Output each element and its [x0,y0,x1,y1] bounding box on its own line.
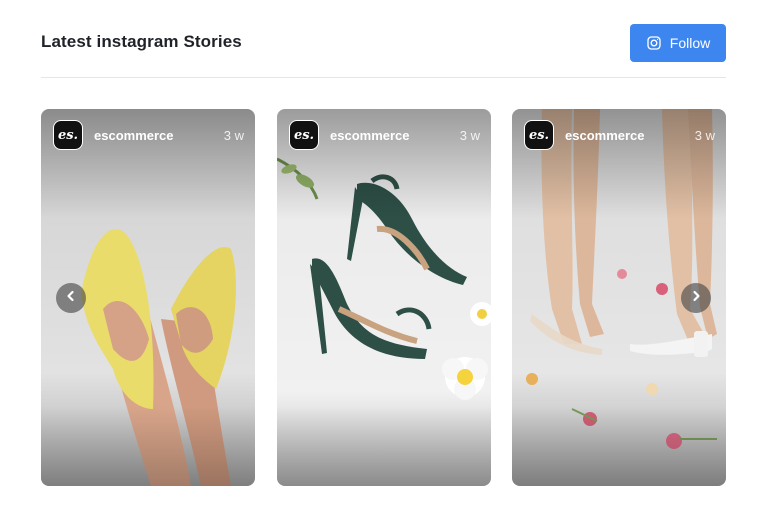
story-bottom-shade [512,406,726,486]
story-username[interactable]: escommerce [565,128,645,143]
story-bottom-shade [277,406,491,486]
avatar: es. [524,120,554,150]
story-username[interactable]: escommerce [94,128,174,143]
carousel-prev-button[interactable] [56,283,86,313]
instagram-icon [646,35,662,51]
story-age: 3 w [223,128,244,143]
story-username[interactable]: escommerce [330,128,410,143]
avatar: es. [53,120,83,150]
chevron-right-icon [690,289,702,307]
carousel-next-button[interactable] [681,283,711,313]
instagram-stories-widget: Latest instagram Stories Follow es. esco… [0,0,768,519]
chevron-left-icon [65,289,77,307]
avatar: es. [289,120,319,150]
story-card[interactable]: es. escommerce 3 w [277,109,491,486]
story-age: 3 w [694,128,715,143]
divider [41,77,726,78]
section-title: Latest instagram Stories [41,32,242,51]
follow-label: Follow [669,35,711,51]
story-age: 3 w [459,128,480,143]
follow-button[interactable]: Follow [630,24,726,62]
story-bottom-shade [41,406,255,486]
